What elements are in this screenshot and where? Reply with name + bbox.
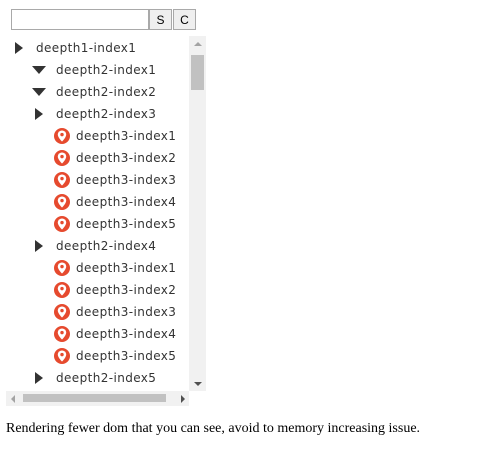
search-input[interactable]: [11, 9, 149, 30]
tree-node-label: deepth3-index1: [76, 261, 177, 275]
tree-toolbar: S C: [11, 9, 196, 32]
tree-parent-node[interactable]: deepth2-index5: [32, 367, 156, 389]
scroll-down-arrow-icon[interactable]: [189, 377, 206, 391]
tree-parent-node[interactable]: deepth2-index3: [32, 103, 156, 125]
map-pin-icon: [54, 216, 70, 232]
tree-leaf-node[interactable]: deepth3-index1: [54, 125, 176, 147]
tree-node-label: deepth3-index3: [76, 173, 177, 187]
tree-leaf-node[interactable]: deepth3-index2: [54, 279, 176, 301]
map-pin-icon: [54, 194, 70, 210]
map-pin-icon: [54, 326, 70, 342]
map-pin-icon: [54, 304, 70, 320]
tree-node-label: deepth3-index5: [76, 349, 177, 363]
tree-node-label: deepth3-index1: [76, 129, 177, 143]
tree-node-label: deepth3-index4: [76, 327, 177, 341]
tree-leaf-node[interactable]: deepth3-index5: [54, 213, 176, 235]
map-pin-icon: [54, 150, 70, 166]
horizontal-scrollbar[interactable]: [6, 391, 189, 406]
triangle-down-icon[interactable]: [32, 85, 46, 99]
tree-leaf-node[interactable]: deepth3-index4: [54, 323, 176, 345]
tree-parent-node[interactable]: deepth2-index1: [32, 59, 156, 81]
tree-node-label: deepth2-index3: [56, 107, 157, 121]
tree-node-label: deepth2-index5: [56, 371, 157, 385]
tree-node-label: deepth3-index3: [76, 305, 177, 319]
map-pin-icon: [54, 260, 70, 276]
tree-leaf-node[interactable]: deepth3-index3: [54, 169, 176, 191]
caption-text: Rendering fewer dom that you can see, av…: [6, 421, 421, 436]
map-pin-icon: [54, 172, 70, 188]
tree-parent-node[interactable]: deepth2-index2: [32, 81, 156, 103]
search-button[interactable]: S: [149, 9, 172, 30]
triangle-right-icon[interactable]: [32, 107, 46, 121]
tree-view: deepth1-index1 deepth2-index1 deepth2-inde…: [6, 36, 206, 406]
tree-leaf-node[interactable]: deepth3-index2: [54, 147, 176, 169]
scroll-left-arrow-icon[interactable]: [6, 391, 20, 406]
tree-parent-node[interactable]: deepth1-index1: [12, 37, 136, 59]
map-pin-icon: [54, 348, 70, 364]
map-pin-icon: [54, 282, 70, 298]
tree-node-label: deepth3-index5: [76, 217, 177, 231]
tree-node-label: deepth2-index4: [56, 239, 157, 253]
horizontal-scroll-thumb[interactable]: [23, 394, 166, 402]
map-pin-icon: [54, 128, 70, 144]
tree-leaf-node[interactable]: deepth3-index3: [54, 301, 176, 323]
tree-leaf-node[interactable]: deepth3-index4: [54, 191, 176, 213]
clear-button[interactable]: C: [173, 9, 196, 30]
tree-list: deepth1-index1 deepth2-index1 deepth2-inde…: [6, 36, 189, 391]
tree-node-label: deepth3-index4: [76, 195, 177, 209]
scrollbar-corner: [189, 391, 206, 406]
triangle-right-icon[interactable]: [32, 371, 46, 385]
triangle-down-icon[interactable]: [32, 63, 46, 77]
tree-node-label: deepth1-index1: [36, 41, 137, 55]
tree-leaf-node[interactable]: deepth3-index1: [54, 257, 176, 279]
tree-parent-node[interactable]: deepth2-index4: [32, 235, 156, 257]
scroll-up-arrow-icon[interactable]: [189, 36, 206, 50]
triangle-right-icon[interactable]: [12, 41, 26, 55]
triangle-right-icon[interactable]: [32, 239, 46, 253]
tree-node-label: deepth3-index2: [76, 151, 177, 165]
vertical-scroll-thumb[interactable]: [191, 55, 204, 90]
scroll-right-arrow-icon[interactable]: [175, 391, 189, 406]
tree-node-label: deepth2-index1: [56, 63, 157, 77]
vertical-scrollbar[interactable]: [189, 36, 206, 391]
tree-node-label: deepth2-index2: [56, 85, 157, 99]
tree-node-label: deepth3-index2: [76, 283, 177, 297]
tree-leaf-node[interactable]: deepth3-index5: [54, 345, 176, 367]
